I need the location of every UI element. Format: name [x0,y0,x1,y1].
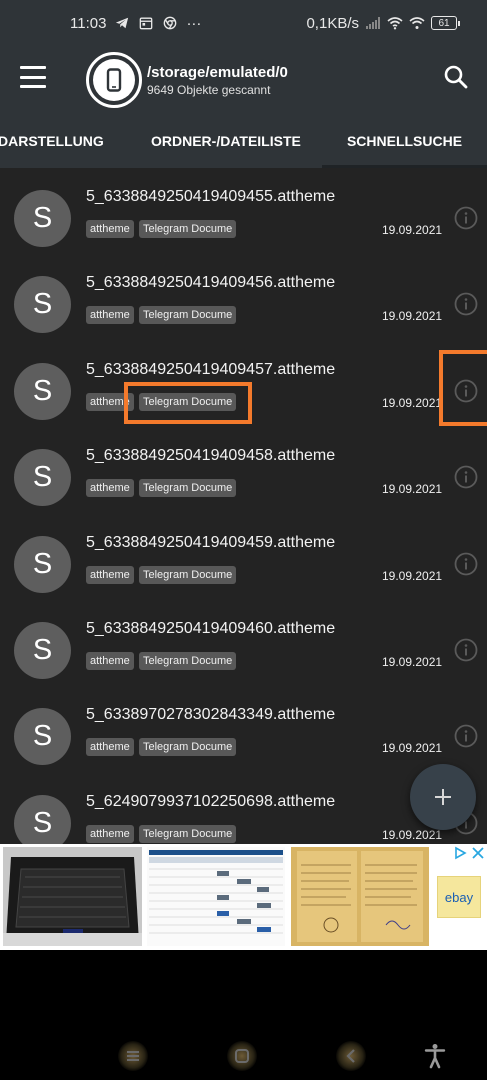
list-item[interactable]: S 5_6338970278302843349.attheme attheme … [0,686,487,772]
file-date: 19.09.2021 [382,396,443,410]
network-speed: 0,1KB/s [306,14,359,32]
plus-icon [435,789,451,805]
home-icon[interactable] [224,1038,260,1074]
file-folder-tag[interactable]: Telegram Docume [139,738,237,756]
file-type-tag[interactable]: attheme [86,566,134,584]
info-icon[interactable] [454,638,478,662]
ad-car-trunk-image[interactable] [3,847,142,946]
file-date: 19.09.2021 [382,482,443,496]
list-item[interactable]: S 5_6338849250419409460.attheme attheme … [0,600,487,686]
storage-path-title: /storage/emulated/0 [147,64,288,81]
ad-table-image[interactable] [147,847,285,946]
info-icon[interactable] [454,724,478,748]
file-folder-tag[interactable]: Telegram Docume [139,306,237,324]
telegram-icon [114,15,130,31]
file-type-tag[interactable]: attheme [86,479,134,497]
list-item[interactable]: S 5_6338849250419409459.attheme attheme … [0,514,487,600]
file-name: 5_6338849250419409458.attheme [86,447,336,464]
file-avatar: S [14,276,71,333]
battery-icon: 61 [431,16,460,30]
file-name: 5_6338849250419409455.attheme [86,188,336,205]
ad-banner[interactable]: ebay [0,844,487,950]
ad-close-icon[interactable] [471,846,485,860]
list-item[interactable]: S 5_6338849250419409455.attheme attheme … [0,168,487,254]
hamburger-menu-icon[interactable] [20,66,46,88]
info-icon[interactable] [454,206,478,230]
file-avatar: S [14,708,71,765]
list-item[interactable]: S 5_6338849250419409457.attheme attheme … [0,341,487,427]
file-name: 5_6249079937102250698.attheme [86,793,336,810]
file-name: 5_6338849250419409457.attheme [86,361,336,378]
file-avatar: S [14,363,71,420]
file-avatar: S [14,536,71,593]
accessibility-icon[interactable] [417,1038,453,1074]
tab-schnellsuche[interactable]: SCHNELLSUCHE [322,114,487,168]
file-date: 19.09.2021 [382,741,443,755]
list-item[interactable]: S 5_6338849250419409458.attheme attheme … [0,427,487,513]
status-bar: 11:03 ··· 0,1KB/s 61 [0,0,487,46]
file-name: 5_6338970278302843349.attheme [86,706,336,723]
status-time: 11:03 [70,14,107,32]
file-type-tag[interactable]: attheme [86,393,134,411]
calendar-icon [138,15,154,31]
scanned-count: 9649 Objekte gescannt [147,83,271,97]
battery-level: 61 [438,17,450,29]
info-icon[interactable] [454,379,478,403]
system-nav-bar [0,950,487,1080]
file-folder-tag[interactable]: Telegram Docume [139,220,237,238]
file-folder-tag[interactable]: Telegram Docume [139,566,237,584]
file-type-tag[interactable]: attheme [86,652,134,670]
file-name: 5_6338849250419409460.attheme [86,620,336,637]
file-folder-tag[interactable]: Telegram Docume [139,652,237,670]
file-avatar: S [14,622,71,679]
file-date: 19.09.2021 [382,223,443,237]
file-type-tag[interactable]: attheme [86,825,134,843]
file-avatar: S [14,449,71,506]
storage-device-icon[interactable] [86,52,142,108]
info-icon[interactable] [454,292,478,316]
info-icon[interactable] [454,465,478,489]
tab-ordner-dateiliste[interactable]: ORDNER-/DATEILISTE [151,114,301,168]
list-item[interactable]: S 5_6338849250419409456.attheme attheme … [0,254,487,340]
ad-choices-icon[interactable] [453,846,467,860]
ad-document-image[interactable] [291,847,429,946]
file-type-tag[interactable]: attheme [86,738,134,756]
file-name: 5_6338849250419409459.attheme [86,534,336,551]
back-icon[interactable] [333,1038,369,1074]
file-folder-tag[interactable]: Telegram Docume [139,479,237,497]
file-name: 5_6338849250419409456.attheme [86,274,336,291]
file-date: 19.09.2021 [382,569,443,583]
file-type-tag[interactable]: attheme [86,306,134,324]
chrome-icon [162,15,178,31]
recent-apps-icon[interactable] [115,1038,151,1074]
status-left: 11:03 ··· [70,15,201,32]
file-date: 19.09.2021 [382,655,443,669]
file-date: 19.09.2021 [382,309,443,323]
wifi-icon [387,15,403,31]
tab-darstellung[interactable]: DARSTELLUNG [0,114,104,168]
add-fab-button[interactable] [410,764,476,830]
signal-icon [365,15,381,31]
wifi-secondary-icon [409,15,425,31]
file-avatar: S [14,190,71,247]
file-type-tag[interactable]: attheme [86,220,134,238]
file-folder-tag[interactable]: Telegram Docume [139,393,237,411]
file-date: 19.09.2021 [382,828,443,842]
info-icon[interactable] [454,552,478,576]
tab-bar: DARSTELLUNG ORDNER-/DATEILISTE SCHNELLSU… [0,114,487,168]
file-folder-tag[interactable]: Telegram Docume [139,825,237,843]
status-right: 0,1KB/s 61 [306,14,460,32]
search-icon[interactable] [441,62,471,92]
file-avatar: S [14,795,71,844]
file-list[interactable]: S 5_6338849250419409455.attheme attheme … [0,168,487,844]
app-bar: /storage/emulated/0 9649 Objekte gescann… [0,46,487,114]
more-notifications: ··· [186,14,202,32]
ad-ebay-logo[interactable]: ebay [437,876,481,918]
